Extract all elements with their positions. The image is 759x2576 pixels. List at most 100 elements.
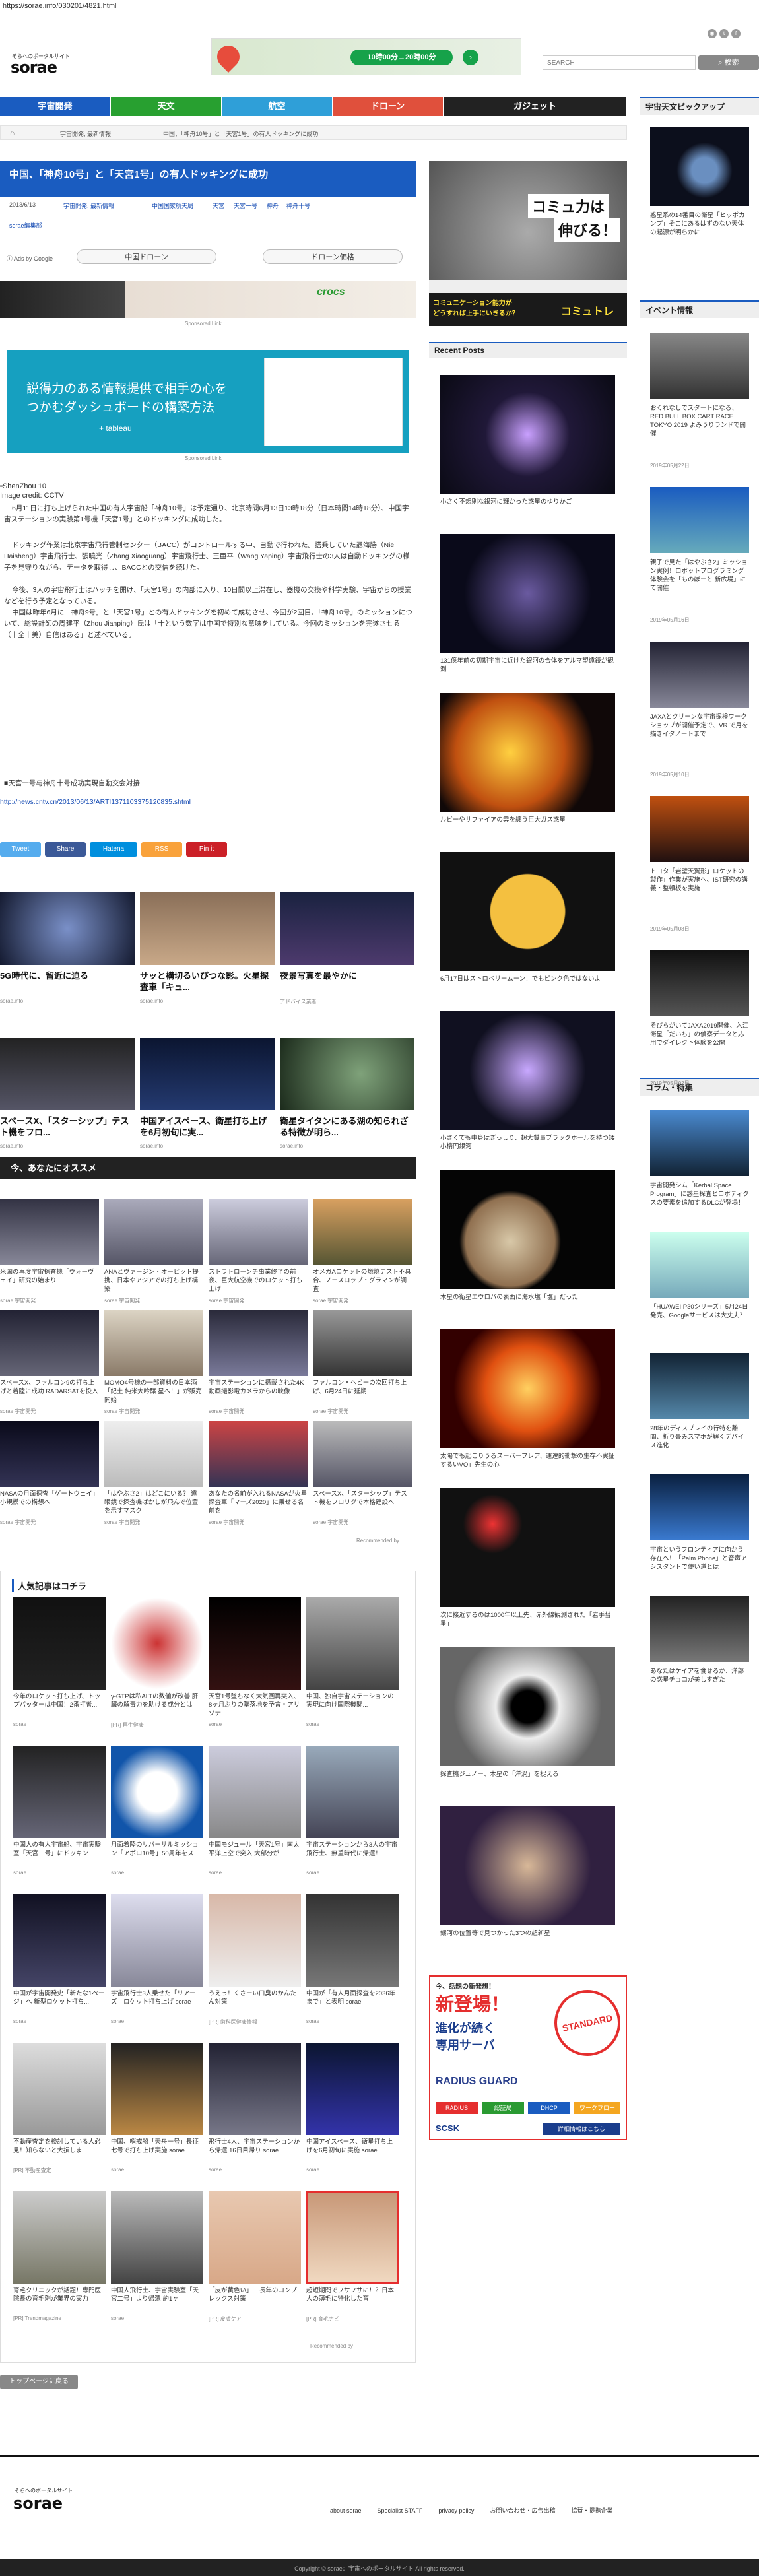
- popular-title[interactable]: 飛行士4人、宇宙ステーションから帰還 16日目帰り sorae: [209, 2138, 301, 2164]
- back-to-top-button[interactable]: トップページに戻る: [0, 2375, 78, 2389]
- scsk-ad[interactable]: 今、話題の新発想！ 新登場！ 進化が続く 専用サーバ STANDARD RADI…: [429, 1975, 627, 2140]
- column-title-text[interactable]: 「HUAWEI P30シリーズ」5月24日発売、Googleサービスは大丈夫？: [650, 1303, 749, 1340]
- breadcrumb-category[interactable]: 宇宙開発, 最新情報: [60, 129, 111, 138]
- popular-title[interactable]: 月面着陸のリバーサルミッション「アポロ10号」50周年をス: [111, 1841, 203, 1867]
- pickup-title-text[interactable]: 惑星系の14番目の衛星「ヒッポカンプ」そこにあるはずのない天体の起源が明らかに: [650, 211, 749, 247]
- recommend-title[interactable]: ANAとヴァージン・オービット提携、日本やアジアでの打ち上げ構築: [104, 1268, 203, 1294]
- event-thumb[interactable]: [650, 333, 749, 399]
- popular-thumb[interactable]: [306, 2043, 399, 2135]
- popular-title[interactable]: 中国、哨戒船「天舟一号」長征七号で打ち上げ実施 sorae: [111, 2138, 203, 2164]
- recommend-title[interactable]: スペースX、ファルコン9の打ち上げと着陸に成功 RADARSATを投入: [0, 1379, 99, 1405]
- recent-post-thumb[interactable]: [440, 1806, 615, 1925]
- recommend-title[interactable]: 宇宙ステーションに搭載された4K動画撮影電カメラからの映像: [209, 1379, 308, 1405]
- tableau-ad-banner[interactable]: 説得力のある情報提供で相手の心を つかむダッシュボードの構築方法 + table…: [7, 350, 409, 453]
- popular-title[interactable]: うえっ！くさーい口臭のかんたん対策: [209, 1989, 301, 2016]
- column-title-text[interactable]: 宇宙開発シム「Kerbal Space Program」に惑星探査とロボティクス…: [650, 1181, 749, 1218]
- facebook-share-button[interactable]: Share: [45, 842, 86, 857]
- popular-thumb[interactable]: [13, 1746, 106, 1838]
- recent-post-title[interactable]: 6月17日はストロベリームーン！でもピンク色ではないよ: [440, 975, 615, 993]
- nav-space-dev[interactable]: 宇宙開発: [0, 97, 111, 116]
- popular-title[interactable]: 中国モジュール「天宮1号」南太平洋上空で突入 大部分が...: [209, 1841, 301, 1867]
- popular-thumb[interactable]: [209, 1597, 301, 1690]
- recommend-thumb[interactable]: [104, 1421, 203, 1487]
- rss-icon[interactable]: ◉: [708, 29, 717, 38]
- related-thumb[interactable]: [140, 892, 275, 965]
- column-thumb[interactable]: [650, 1596, 749, 1662]
- recent-post-title[interactable]: ルビーやサファイアの雲を纏う巨大ガス惑星: [440, 816, 615, 834]
- related-title[interactable]: 衛星タイタンにある湖の知られざる特徴が明ら...: [280, 1115, 414, 1139]
- popular-thumb[interactable]: [111, 1597, 203, 1690]
- communication-ad[interactable]: コミュ力は 伸びる！ コミュニケーション能力が どうすれば上手にいきるか？ コミ…: [429, 161, 627, 326]
- popular-thumb[interactable]: [306, 1746, 399, 1838]
- article-author[interactable]: sorae編集部: [9, 221, 42, 230]
- recommend-title[interactable]: 「はやぶさ2」はどこにいる？ 遠眼鏡で探査機ばかしが飛んで位置を示すマスク: [104, 1490, 203, 1516]
- nav-aviation[interactable]: 航空: [222, 97, 333, 116]
- recommend-title[interactable]: スペースX、「スターシップ」テスト機をフロリダで本格建設へ: [313, 1490, 412, 1516]
- ad-chip-drone-price[interactable]: ドローン価格: [263, 249, 403, 264]
- home-icon[interactable]: ⌂: [10, 128, 15, 137]
- popular-title[interactable]: 天宮1号墜ちなく大気圏再突入、8ヶ月ぶりの墜落地を予言・アリゾナ...: [209, 1692, 301, 1719]
- recent-post-title[interactable]: 探査機ジュノー、木星の「洋渦」を捉える: [440, 1770, 615, 1789]
- site-logo[interactable]: sorae: [11, 58, 57, 77]
- popular-thumb[interactable]: [209, 1894, 301, 1987]
- recommend-thumb[interactable]: [209, 1421, 308, 1487]
- tag-shenzhou[interactable]: 神舟: [267, 201, 279, 210]
- popular-title[interactable]: 中国アイスペース、衛星打ち上げを6月初旬に実施 sorae: [306, 2138, 399, 2164]
- ad-chip-drone-china[interactable]: 中国ドローン: [77, 249, 216, 264]
- recommend-title[interactable]: オメガAロケットの燃焼テスト不具合、ノースロップ・グラマンが調査: [313, 1268, 412, 1294]
- recent-post-title[interactable]: 次に接近するのは1000年以上先、赤外線観測された「岩手彗星」: [440, 1611, 615, 1630]
- footer-link[interactable]: about sorae: [330, 2507, 362, 2514]
- recommend-title[interactable]: ファルコン・ヘビーの次回打ち上げ、6月24日に延期: [313, 1379, 412, 1405]
- event-title[interactable]: 親子で見た「はやぶさ2」ミッション実例！ロボットプログラミング体験会を「ものぽー…: [650, 558, 749, 611]
- related-title[interactable]: 中国アイスペース、衛星打ち上げを6月初旬に実...: [140, 1115, 275, 1139]
- event-thumb[interactable]: [650, 950, 749, 1016]
- event-title[interactable]: トヨタ「岩壁天翼形」ロケットの製作」作業が実施へ、IST研究の講義・整頓板を実施: [650, 867, 749, 920]
- recommend-thumb[interactable]: [0, 1310, 99, 1376]
- rss-button[interactable]: RSS: [141, 842, 182, 857]
- recommend-thumb[interactable]: [0, 1421, 99, 1487]
- facebook-icon[interactable]: f: [731, 29, 741, 38]
- related-title[interactable]: 5G時代に、留近に迫る: [0, 970, 135, 994]
- twitter-icon[interactable]: t: [719, 29, 729, 38]
- recommend-thumb[interactable]: [104, 1310, 203, 1376]
- related-title[interactable]: サッと構切るいびつな影。火星探査車「キュ...: [140, 970, 275, 994]
- related-thumb[interactable]: [0, 892, 135, 965]
- column-thumb[interactable]: [650, 1110, 749, 1176]
- recommend-thumb[interactable]: [313, 1421, 412, 1487]
- popular-title[interactable]: 不動産査定を検討している人必見！知らないと大損しま: [13, 2138, 106, 2164]
- recommend-thumb[interactable]: [0, 1199, 99, 1265]
- related-title[interactable]: 夜景写真を最やかに: [280, 970, 414, 994]
- popular-title[interactable]: 「皮が黄色い」... 長年のコンプレックス対策: [209, 2286, 301, 2313]
- related-thumb[interactable]: [0, 1038, 135, 1110]
- recommend-thumb[interactable]: [104, 1199, 203, 1265]
- recommend-title[interactable]: ストラトローンチ事業終了の前夜、巨大航空機でのロケット打ち上げ: [209, 1268, 308, 1294]
- footer-link[interactable]: お問い合わせ・広告出稿: [490, 2507, 555, 2514]
- popular-thumb[interactable]: [209, 2043, 301, 2135]
- popular-thumb[interactable]: [306, 1894, 399, 1987]
- column-title-text[interactable]: 宇宙というフロンティアに向かう存在へ！「Palm Phone」と音声アシスタント…: [650, 1546, 749, 1583]
- recent-post-title[interactable]: 131億年前の初期宇宙に近けた銀河の合体をアルマ望遠鏡が観測: [440, 657, 615, 675]
- recommend-title[interactable]: あなたの名前が入れるNASAが火星探査車「マーズ2020」に乗せる名前を: [209, 1490, 308, 1516]
- popular-thumb[interactable]: [13, 1597, 106, 1690]
- popular-thumb[interactable]: [209, 1746, 301, 1838]
- ad-hours-button[interactable]: 10時00分→20時00分: [350, 50, 453, 65]
- recent-post-thumb[interactable]: [440, 1647, 615, 1766]
- popular-thumb[interactable]: [13, 2191, 106, 2284]
- crocs-ad-banner[interactable]: crocs: [0, 281, 416, 318]
- recent-post-thumb[interactable]: [440, 534, 615, 653]
- popular-title[interactable]: 今年のロケット打ち上げ、トップバッターは中国！2番打者...: [13, 1692, 106, 1719]
- nav-gadget[interactable]: ガジェット: [444, 97, 627, 116]
- ads-by-google[interactable]: ⓘ Ads by Google: [7, 254, 53, 263]
- recent-post-title[interactable]: 小さく不規則な銀河に輝かった惑星のゆりかご: [440, 498, 615, 516]
- popular-thumb[interactable]: [111, 2191, 203, 2284]
- popular-thumb[interactable]: [111, 2043, 203, 2135]
- recommend-thumb[interactable]: [209, 1310, 308, 1376]
- popular-title[interactable]: 超短期間でフサフサに！？日本人の薄毛に特化した育: [306, 2286, 399, 2313]
- popular-thumb[interactable]: [111, 1894, 203, 1987]
- recent-post-thumb[interactable]: [440, 1170, 615, 1289]
- column-thumb[interactable]: [650, 1232, 749, 1298]
- related-title[interactable]: スペースX、「スターシップ」テスト機をフロ...: [0, 1115, 135, 1139]
- footer-logo[interactable]: sorae: [13, 2494, 63, 2513]
- recommend-thumb[interactable]: [313, 1310, 412, 1376]
- recent-post-title[interactable]: 木星の衛星エウロパの表面に海水塩「塩」だった: [440, 1293, 615, 1311]
